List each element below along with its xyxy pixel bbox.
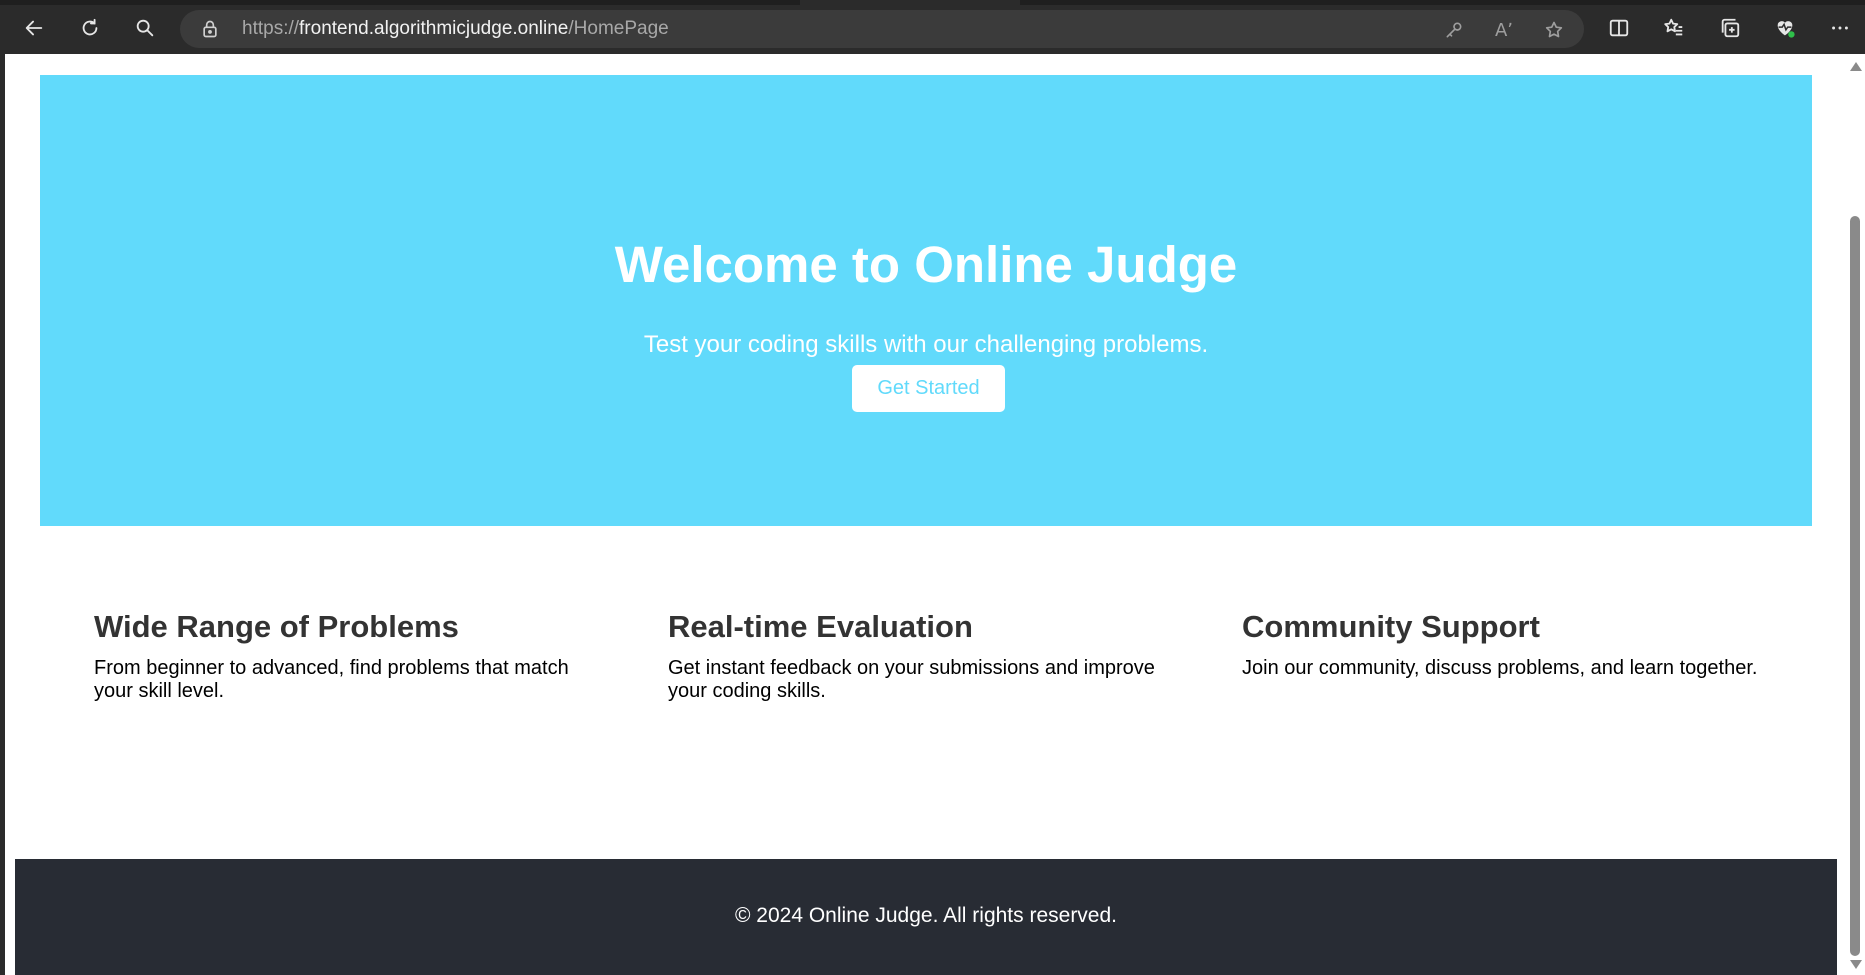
url-text[interactable]: https://frontend.algorithmicjudge.online… (242, 19, 669, 39)
feature-card: Real-time Evaluation Get instant feedbac… (668, 609, 1168, 703)
feature-title: Real-time Evaluation (668, 609, 973, 644)
feature-card: Wide Range of Problems From beginner to … (94, 609, 594, 703)
key-icon[interactable] (1442, 18, 1466, 42)
search-icon (136, 19, 154, 37)
scrollbar-thumb[interactable] (1850, 216, 1860, 956)
feature-description: Join our community, discuss problems, an… (1242, 657, 1758, 679)
features-section: Wide Range of Problems From beginner to … (94, 609, 1794, 759)
arrow-left-icon (25, 20, 43, 36)
collections-icon (1721, 18, 1740, 38)
url-host: frontend.algorithmicjudge.online (299, 18, 569, 39)
scroll-down-arrow-icon[interactable] (1850, 960, 1862, 969)
reload-button[interactable] (72, 12, 108, 44)
favorite-star-icon[interactable] (1542, 18, 1566, 42)
address-bar[interactable]: https://frontend.algorithmicjudge.online… (180, 10, 1584, 48)
more-dots-icon (1832, 26, 1848, 30)
back-button[interactable] (16, 12, 52, 44)
feature-description: Get instant feedback on your submissions… (668, 657, 1155, 702)
favorites-button[interactable] (1656, 12, 1692, 44)
url-path: /HomePage (568, 18, 669, 39)
collections-button[interactable] (1712, 12, 1748, 44)
scroll-up-arrow-icon[interactable] (1850, 62, 1862, 71)
read-aloud-icon[interactable]: Aʼ (1492, 18, 1516, 42)
browser-toolbar: https://frontend.algorithmicjudge.online… (0, 0, 1865, 54)
split-screen-icon (1609, 19, 1629, 37)
heart-pulse-icon (1777, 21, 1795, 38)
page-viewport: Welcome to Online Judge Test your coding… (5, 54, 1845, 975)
url-scheme: https:// (242, 18, 300, 39)
lock-icon[interactable] (200, 19, 220, 44)
refresh-icon (82, 18, 98, 36)
split-screen-button[interactable] (1601, 12, 1637, 44)
page-footer: © 2024 Online Judge. All rights reserved… (15, 859, 1837, 975)
feature-title: Community Support (1242, 609, 1540, 644)
tab-strip-edge (1020, 0, 1865, 5)
search-button[interactable] (127, 12, 163, 44)
feature-card: Community Support Join our community, di… (1242, 609, 1782, 680)
browser-essentials-button[interactable] (1767, 12, 1803, 44)
get-started-button[interactable]: Get Started (852, 365, 1005, 412)
favorites-list-icon (1664, 18, 1683, 36)
tab-strip-edge (0, 0, 800, 5)
feature-title: Wide Range of Problems (94, 609, 459, 644)
copyright-text: © 2024 Online Judge. All rights reserved… (734, 904, 1118, 927)
settings-more-button[interactable] (1822, 12, 1858, 44)
vertical-scrollbar[interactable] (1845, 54, 1865, 975)
hero-title: Welcome to Online Judge (614, 236, 1238, 293)
feature-description: From beginner to advanced, find problems… (94, 657, 569, 702)
hero-banner: Welcome to Online Judge Test your coding… (40, 75, 1812, 526)
hero-subtitle: Test your coding skills with our challen… (643, 331, 1209, 358)
